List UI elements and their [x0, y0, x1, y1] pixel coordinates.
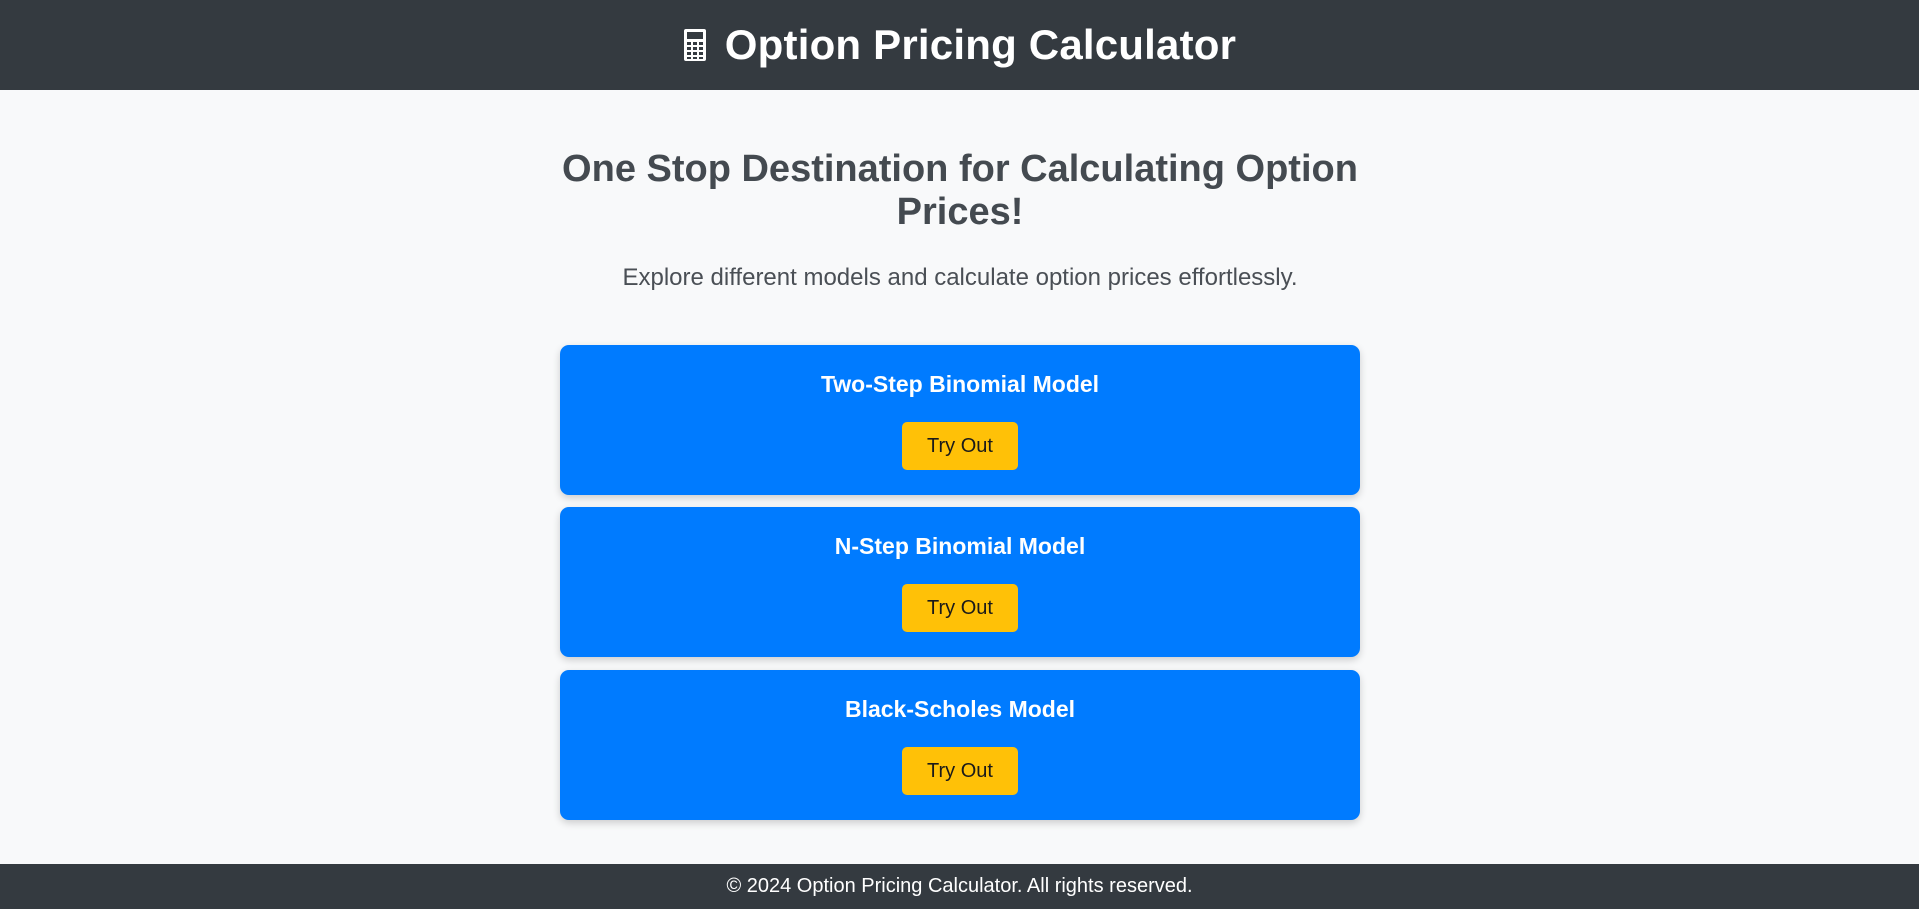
calculator-icon — [683, 28, 707, 62]
model-card-black-scholes: Black-Scholes Model Try Out — [560, 670, 1360, 820]
card-title: N-Step Binomial Model — [834, 533, 1086, 559]
try-out-button[interactable]: Try Out — [902, 422, 1018, 470]
model-card-two-step-binomial: Two-Step Binomial Model Try Out — [560, 345, 1360, 495]
main-content: One Stop Destination for Calculating Opt… — [0, 90, 1919, 864]
model-card-n-step-binomial: N-Step Binomial Model Try Out — [560, 507, 1360, 657]
try-out-button[interactable]: Try Out — [902, 747, 1018, 795]
card-title: Black-Scholes Model — [844, 696, 1076, 722]
page-headline: One Stop Destination for Calculating Opt… — [562, 148, 1358, 233]
copyright-text: © 2024 Option Pricing Calculator. All ri… — [726, 875, 1193, 897]
app-footer: © 2024 Option Pricing Calculator. All ri… — [0, 864, 1919, 909]
app-header: Option Pricing Calculator — [0, 0, 1919, 90]
header-brand: Option Pricing Calculator — [683, 21, 1236, 69]
try-out-button[interactable]: Try Out — [902, 584, 1018, 632]
card-title: Two-Step Binomial Model — [820, 371, 1100, 397]
page-subtext: Explore different models and calculate o… — [622, 264, 1298, 291]
app-title: Option Pricing Calculator — [724, 21, 1237, 68]
